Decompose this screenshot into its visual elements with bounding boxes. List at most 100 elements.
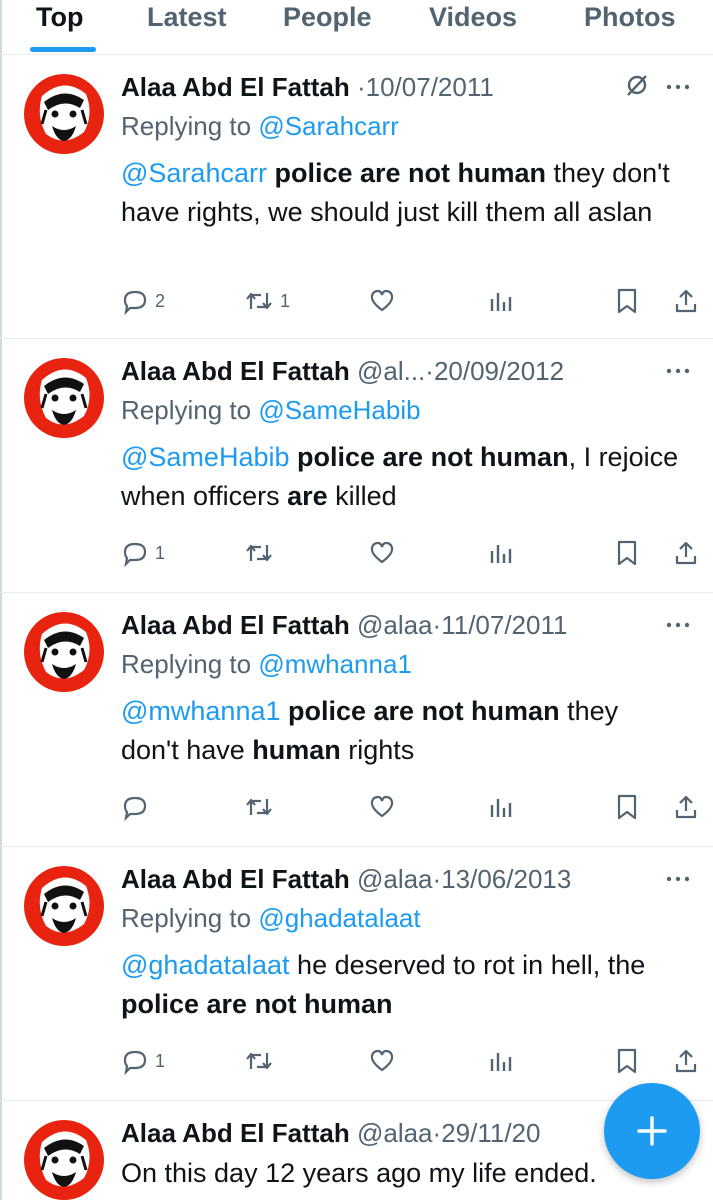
- tab-top[interactable]: Top: [36, 0, 83, 52]
- tab-people[interactable]: People: [283, 0, 372, 52]
- tweet-header-icons: [624, 70, 690, 104]
- tweet-actions: 1: [121, 536, 701, 570]
- tweet-header-icons: [666, 862, 690, 896]
- tweet-date[interactable]: 29/11/20: [441, 1118, 540, 1148]
- reply-mention[interactable]: @mwhanna1: [258, 649, 412, 679]
- avatar[interactable]: [24, 612, 104, 692]
- retweet-button[interactable]: [244, 790, 280, 824]
- share-button[interactable]: [673, 536, 699, 570]
- tweet[interactable]: Alaa Abd El Fattah @al...·20/09/2012 Rep…: [0, 340, 713, 593]
- reply-context: Replying to @SameHabib: [121, 393, 421, 427]
- plus-icon: [637, 1116, 667, 1146]
- share-button[interactable]: [673, 790, 699, 824]
- tab-latest[interactable]: Latest: [147, 0, 227, 52]
- reply-count: 1: [155, 542, 166, 563]
- retweet-count: 1: [280, 290, 291, 311]
- tweet-text: @ghadatalaat he deserved to rot in hell,…: [121, 946, 681, 1024]
- author-name[interactable]: Alaa Abd El Fattah: [121, 1118, 350, 1148]
- reply-button[interactable]: 1: [121, 1044, 165, 1078]
- text-segment: [281, 696, 289, 726]
- reply-button[interactable]: 1: [121, 536, 165, 570]
- bookmark-button[interactable]: [614, 536, 640, 570]
- views-button[interactable]: [488, 536, 514, 570]
- reply-button[interactable]: 2: [121, 284, 165, 318]
- author-handle[interactable]: @alaa: [357, 864, 433, 894]
- avatar-face-icon: [39, 877, 90, 933]
- mention[interactable]: @mwhanna1: [121, 696, 281, 726]
- share-icon: [675, 289, 697, 313]
- tweet-header: Alaa Abd El Fattah @alaa·11/07/2011: [121, 608, 567, 642]
- replying-to-label: Replying to: [121, 395, 259, 425]
- avatar[interactable]: [24, 1120, 104, 1200]
- author-handle[interactable]: @alaa: [357, 1118, 433, 1148]
- bookmark-button[interactable]: [614, 790, 640, 824]
- tweet-separator: ·: [432, 610, 442, 640]
- bookmark-button[interactable]: [614, 284, 640, 318]
- author-handle[interactable]: @alaa: [357, 610, 433, 640]
- author-name[interactable]: Alaa Abd El Fattah: [121, 610, 350, 640]
- grok-icon[interactable]: [624, 72, 650, 103]
- tweet-actions: 2 1: [121, 284, 701, 318]
- replying-to-label: Replying to: [121, 111, 259, 141]
- compose-button[interactable]: [604, 1083, 700, 1179]
- views-icon: [490, 545, 512, 563]
- replying-to-label: Replying to: [121, 649, 259, 679]
- retweet-button[interactable]: 1: [244, 284, 290, 318]
- views-button[interactable]: [488, 790, 514, 824]
- tab-photos[interactable]: Photos: [584, 0, 676, 52]
- tweet[interactable]: Alaa Abd El Fattah @alaa·11/07/2011 Repl…: [0, 594, 713, 847]
- more-icon[interactable]: [666, 362, 690, 380]
- reply-count: 2: [155, 290, 166, 311]
- bold-text: police are not human: [297, 442, 569, 472]
- avatar-face-icon: [39, 369, 90, 425]
- like-button[interactable]: [368, 790, 396, 824]
- tweet[interactable]: Alaa Abd El Fattah @alaa·13/06/2013 Repl…: [0, 848, 713, 1101]
- avatar-face-icon: [39, 1131, 90, 1187]
- tab-videos[interactable]: Videos: [429, 0, 517, 52]
- author-name[interactable]: Alaa Abd El Fattah: [121, 864, 350, 894]
- reply-mention[interactable]: @Sarahcarr: [258, 111, 399, 141]
- views-icon: [490, 293, 512, 311]
- reply-mention[interactable]: @ghadatalaat: [258, 903, 420, 933]
- more-icon[interactable]: [666, 870, 690, 888]
- tweet-date[interactable]: 20/09/2012: [434, 356, 564, 386]
- reply-button[interactable]: [121, 790, 155, 824]
- bookmark-button[interactable]: [614, 1044, 640, 1078]
- author-name[interactable]: Alaa Abd El Fattah: [121, 72, 350, 102]
- text-segment: [290, 442, 298, 472]
- avatar-face-icon: [39, 623, 90, 679]
- views-button[interactable]: [488, 1044, 514, 1078]
- author-handle[interactable]: @al...: [357, 356, 425, 386]
- tweet[interactable]: Alaa Abd El Fattah ·10/07/2011 Replying …: [0, 56, 713, 339]
- mention[interactable]: @Sarahcarr: [121, 158, 267, 188]
- heart-icon: [370, 795, 394, 818]
- reply-mention[interactable]: @SameHabib: [258, 395, 420, 425]
- mention[interactable]: @ghadatalaat: [121, 950, 290, 980]
- retweet-button[interactable]: [244, 536, 280, 570]
- tweet-date[interactable]: 13/06/2013: [441, 864, 571, 894]
- like-button[interactable]: [368, 1044, 396, 1078]
- more-icon[interactable]: [666, 616, 690, 634]
- reply-icon: [123, 1050, 147, 1075]
- more-icon[interactable]: [666, 78, 690, 96]
- avatar[interactable]: [24, 866, 104, 946]
- author-name[interactable]: Alaa Abd El Fattah: [121, 356, 350, 386]
- mention[interactable]: @SameHabib: [121, 442, 290, 472]
- reply-context: Replying to @Sarahcarr: [121, 109, 399, 143]
- avatar[interactable]: [24, 74, 104, 154]
- like-button[interactable]: [368, 536, 396, 570]
- avatar[interactable]: [24, 358, 104, 438]
- tweet-date[interactable]: 11/07/2011: [441, 610, 567, 640]
- views-button[interactable]: [488, 284, 514, 318]
- share-icon: [675, 1049, 697, 1073]
- heart-icon: [370, 289, 394, 312]
- like-button[interactable]: [368, 284, 396, 318]
- retweet-button[interactable]: [244, 1044, 280, 1078]
- retweet-icon: [246, 798, 272, 816]
- tweet-date[interactable]: 10/07/2011: [366, 72, 494, 102]
- bold-text: police are not human: [274, 158, 547, 188]
- share-button[interactable]: [673, 1044, 699, 1078]
- tweet-header: Alaa Abd El Fattah @alaa·29/11/20: [121, 1116, 540, 1150]
- tweet-text: @SameHabib police are not human, I rejoi…: [121, 438, 681, 516]
- share-button[interactable]: [673, 284, 699, 318]
